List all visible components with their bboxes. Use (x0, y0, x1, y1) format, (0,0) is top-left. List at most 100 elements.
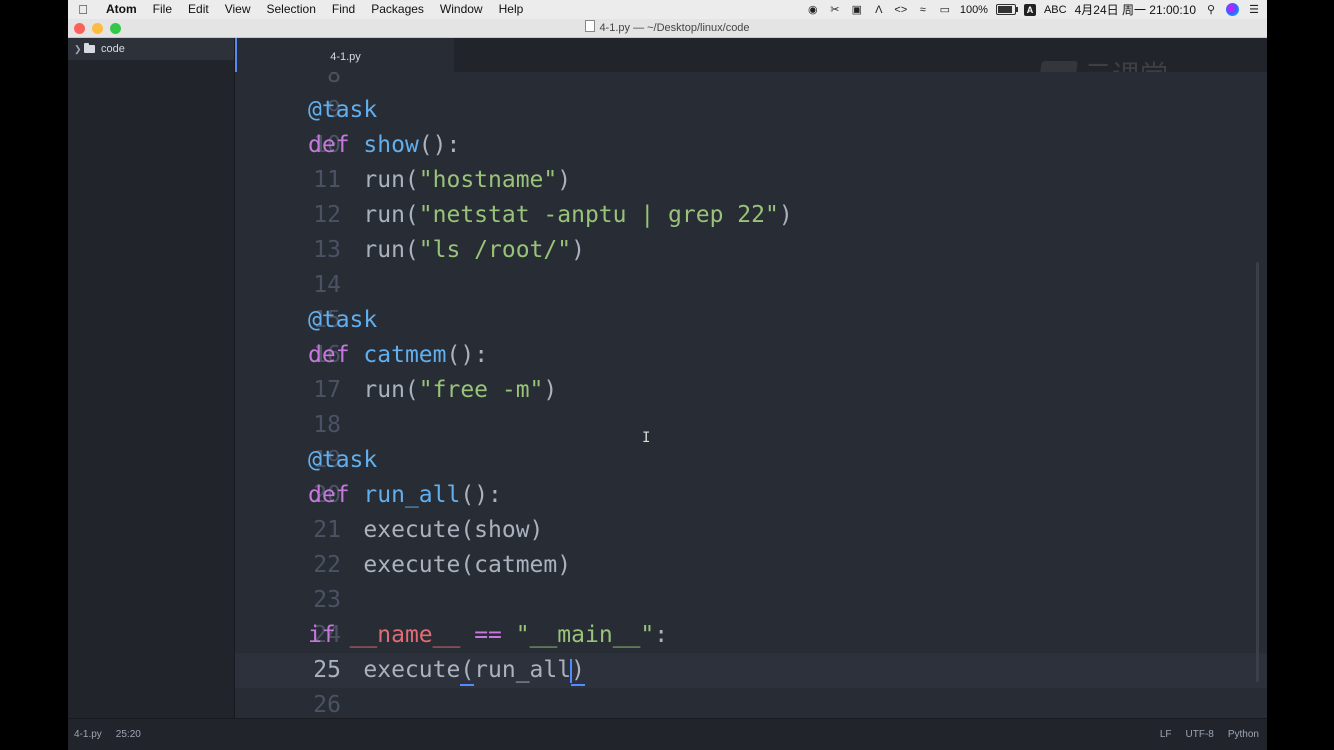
code-text[interactable]: @task (308, 303, 377, 338)
code-line[interactable]: 15 @task (235, 303, 1267, 338)
code-line[interactable]: 22 execute(catmem) (235, 548, 1267, 583)
code-lines[interactable]: 8 9 @task 10 def show(): 11 run("hostname") 12… (235, 72, 1267, 718)
menu-selection[interactable]: Selection (259, 0, 324, 19)
notification-center-icon[interactable]: ☰ (1247, 3, 1261, 17)
code-token: @task (308, 307, 378, 333)
status-encoding[interactable]: UTF-8 (1186, 719, 1214, 750)
code-text[interactable]: execute(show) (308, 513, 543, 548)
document-icon (585, 20, 596, 32)
code-line[interactable]: 16 def catmem(): (235, 338, 1267, 373)
code-line[interactable]: 24 if __name__ == "__main__": (235, 618, 1267, 653)
code-line[interactable]: 20 def run_all(): (235, 478, 1267, 513)
code-text[interactable]: @task (308, 93, 377, 128)
code-text[interactable]: def show(): (308, 128, 460, 163)
window-title-text: 4-1.py — ~/Desktop/linux/code (599, 22, 750, 34)
tab-4-1-py[interactable]: 4-1.py (235, 38, 454, 72)
code-text[interactable]: @task (308, 443, 377, 478)
code-text[interactable]: run("free -m") (308, 373, 557, 408)
menu-atom[interactable]: Atom (98, 0, 145, 19)
chevron-right-icon[interactable]: ❯ (74, 44, 84, 55)
window-title: 4-1.py — ~/Desktop/linux/code (68, 19, 1267, 37)
menu-find[interactable]: Find (324, 0, 363, 19)
status-file-path[interactable]: 4-1.py (74, 719, 102, 750)
code-text[interactable]: run("ls /root/") (308, 233, 585, 268)
line-number: 14 (313, 272, 341, 298)
code-line[interactable]: 13 run("ls /root/") (235, 233, 1267, 268)
status-grammar[interactable]: Python (1228, 719, 1259, 750)
code-text[interactable]: execute(catmem) (308, 548, 571, 583)
battery-percent: 100% (959, 3, 988, 16)
window-title-bar: 4-1.py — ~/Desktop/linux/code (68, 19, 1267, 38)
input-source-label[interactable]: ABC (1044, 4, 1067, 16)
macos-menu-bar:  Atom File Edit View Selection Find Pac… (68, 0, 1267, 19)
status-line-ending[interactable]: LF (1160, 719, 1172, 750)
screenshot-app-icon[interactable]: ▣ (850, 3, 864, 17)
tree-root-folder[interactable]: ❯ code (68, 38, 234, 60)
line-number: 18 (313, 412, 341, 438)
bracket-match-open (460, 684, 475, 686)
code-text[interactable]: run("hostname") (308, 163, 571, 198)
menu-file[interactable]: File (145, 0, 180, 19)
code-token: execute(catmem) (308, 552, 572, 578)
code-line[interactable]: 11 run("hostname") (235, 163, 1267, 198)
code-token: run( (308, 377, 419, 403)
vertical-scrollbar[interactable] (1256, 262, 1259, 682)
code-line[interactable]: 17 run("free -m") (235, 373, 1267, 408)
code-line[interactable]: 25 execute(run_all) (235, 653, 1267, 688)
atom-window:  Atom File Edit View Selection Find Pac… (68, 0, 1267, 750)
menu-view[interactable]: View (217, 0, 259, 19)
airplay-icon[interactable]: ▭ (938, 3, 952, 17)
menu-help[interactable]: Help (491, 0, 532, 19)
code-token: "ls /root/" (418, 237, 572, 263)
code-line[interactable]: 21 execute(show) (235, 513, 1267, 548)
apple-menu-icon[interactable]:  (68, 2, 98, 17)
code-token: ) (543, 377, 558, 403)
record-icon[interactable]: ◉ (806, 3, 820, 17)
code-line[interactable]: 9 @task (235, 93, 1267, 128)
siri-icon[interactable] (1226, 3, 1239, 16)
code-line[interactable]: 12 run("netstat -anptu | grep 22") (235, 198, 1267, 233)
code-text[interactable]: execute(run_all) (308, 653, 585, 688)
scissors-icon[interactable]: ✂ (828, 3, 842, 17)
code-brackets-icon[interactable]: <> (894, 3, 908, 17)
code-token: (): (446, 342, 489, 368)
code-token: "free -m" (418, 377, 544, 403)
code-editor[interactable]: 8 9 @task 10 def show(): 11 run("hostname") 12… (235, 72, 1267, 718)
spotlight-search-icon[interactable]: ⚲ (1204, 3, 1218, 17)
code-line[interactable]: 23 (235, 583, 1267, 618)
status-menus: ◉ ✂ ▣ Λ <> ≈ ▭ 100% A ABC 4月24日 周一 21:00… (806, 0, 1261, 19)
code-text[interactable]: if __name__ == "__main__": (308, 618, 668, 653)
status-cursor-position[interactable]: 25:20 (116, 719, 141, 750)
code-line[interactable]: 19 @task (235, 443, 1267, 478)
code-line[interactable]: 14 (235, 268, 1267, 303)
line-number: 8 (327, 72, 341, 88)
status-bar: 4-1.py 25:20 LF UTF-8 Python (68, 718, 1267, 750)
code-text[interactable]: def catmem(): (308, 338, 488, 373)
code-token: "__main__" (515, 622, 655, 648)
code-text[interactable]: def run_all(): (308, 478, 502, 513)
code-token: @task (308, 97, 378, 123)
battery-icon[interactable] (995, 4, 1018, 15)
menu-packages[interactable]: Packages (363, 0, 432, 19)
input-source-icon[interactable]: A (1023, 3, 1036, 16)
code-token: execute(show) (308, 517, 544, 543)
adobe-icon[interactable]: Λ (872, 3, 886, 17)
code-token: def (308, 132, 350, 158)
code-line[interactable]: 26 (235, 688, 1267, 718)
code-text[interactable]: run("netstat -anptu | grep 22") (308, 198, 792, 233)
line-number: 23 (313, 587, 341, 613)
code-line[interactable]: 10 def show(): (235, 128, 1267, 163)
code-token: @task (308, 447, 378, 473)
menu-edit[interactable]: Edit (180, 0, 217, 19)
code-line[interactable]: 8 (235, 72, 1267, 93)
code-token: def (308, 342, 350, 368)
menu-window[interactable]: Window (432, 0, 491, 19)
code-token: __name__ (349, 622, 461, 648)
wifi-icon[interactable]: ≈ (916, 3, 930, 17)
code-line[interactable]: 18 (235, 408, 1267, 443)
clock[interactable]: 4月24日 周一 21:00:10 (1075, 1, 1196, 18)
